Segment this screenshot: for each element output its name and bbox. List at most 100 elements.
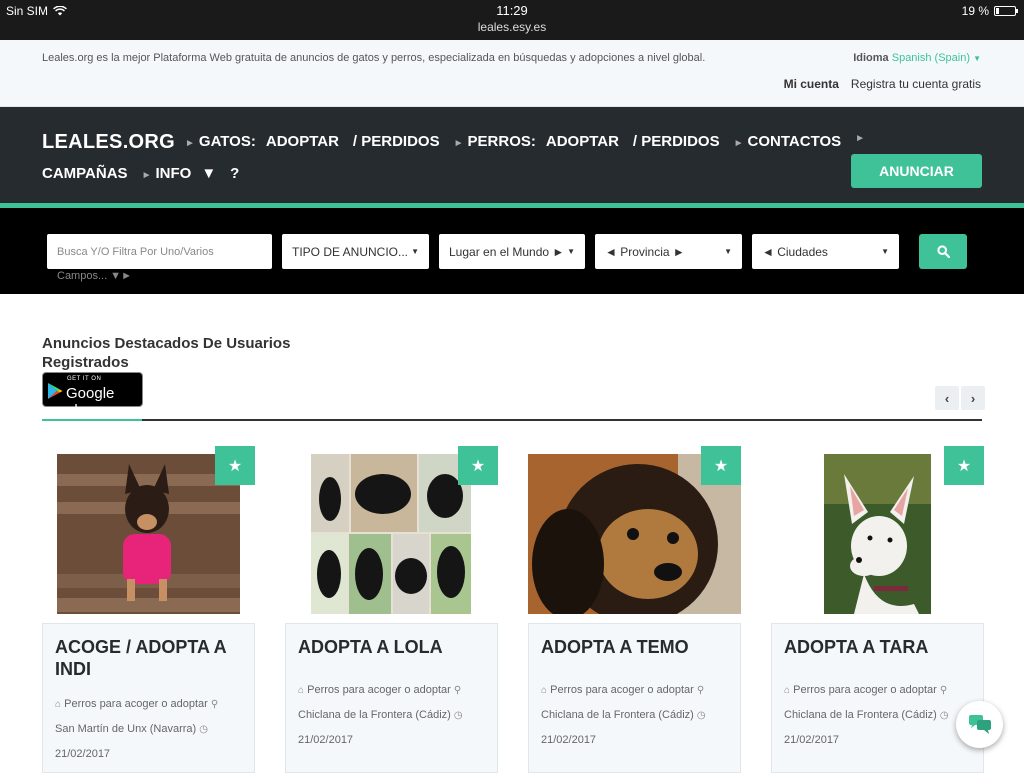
listing-photo[interactable]: [57, 454, 240, 614]
listing-title[interactable]: ADOPTA A TARA: [784, 636, 971, 658]
map-pin-icon: ⚲: [939, 685, 948, 696]
star-icon: ★: [713, 457, 729, 475]
listing-title[interactable]: ACOGE / ADOPTA A INDI: [55, 636, 242, 680]
search-hint: Campos... ▼►: [57, 270, 132, 282]
caret-down-icon: ▼: [881, 247, 889, 256]
language-selector[interactable]: Idioma Spanish (Spain) ▼: [853, 52, 981, 64]
site-logo[interactable]: LEALES.ORG: [42, 131, 175, 154]
chevron-down-icon: ▼: [973, 54, 981, 63]
nav-help[interactable]: ?: [230, 165, 239, 182]
listing-title[interactable]: ADOPTA A LOLA: [298, 636, 485, 658]
listing-meta: ⌂ Perros para acoger o adoptar ⚲ Chiclan…: [784, 678, 971, 753]
home-icon: ⌂: [55, 699, 62, 710]
nav-campanas[interactable]: CAMPAÑAS: [42, 165, 128, 182]
listing-info: ADOPTA A LOLA ⌂ Perros para acoger o ado…: [285, 623, 498, 773]
nav-info[interactable]: ► INFO: [142, 165, 192, 182]
nav-row-2: CAMPAÑAS ► INFO ▼ ?: [42, 165, 239, 182]
home-icon: ⌂: [298, 685, 305, 696]
search-input[interactable]: Busca Y/O Filtra Por Uno/Varios: [47, 234, 272, 269]
star-icon: ★: [470, 457, 486, 475]
filter-provincia[interactable]: ◄ Provincia ► ▼: [595, 234, 742, 269]
search-bar: Busca Y/O Filtra Por Uno/Varios TIPO DE …: [0, 208, 1024, 294]
search-button[interactable]: [919, 234, 967, 269]
home-icon: ⌂: [784, 685, 791, 696]
listing-meta: ⌂ Perros para acoger o adoptar ⚲ San Mar…: [55, 692, 242, 767]
dog-photo-tara: [824, 454, 931, 614]
listing-location: Chiclana de la Frontera (Cádiz): [541, 709, 694, 721]
battery-fill: [996, 8, 999, 14]
gplay-big-text: Google play: [66, 385, 115, 419]
filter-tipo-anuncio[interactable]: TIPO DE ANUNCIO... ▼: [282, 234, 429, 269]
map-pin-icon: ⚲: [696, 685, 705, 696]
listing-card[interactable]: ★ ADOPTA A LOLA ⌂ Perros para acoger o a…: [285, 446, 498, 773]
top-info-bar: Leales.org es la mejor Plataforma Web gr…: [0, 40, 1024, 107]
my-account-link[interactable]: Mi cuenta: [784, 77, 839, 91]
nav-contactos[interactable]: ► CONTACTOS: [734, 133, 842, 150]
listing-category[interactable]: Perros para acoger o adoptar: [550, 684, 694, 696]
arrow-right-icon: ►: [855, 133, 866, 144]
search-icon: [936, 245, 950, 258]
listing-card[interactable]: ★ ACOGE / ADOPTA A INDI ⌂ Perros para ac…: [42, 446, 255, 773]
nav-perros[interactable]: ► PERROS:: [454, 133, 536, 150]
nav-perros-label: PERROS:: [467, 133, 536, 150]
carousel-prev-button[interactable]: ‹: [935, 386, 959, 410]
battery: 19 %: [961, 4, 1018, 18]
nav-gatos-perdidos[interactable]: / PERDIDOS: [353, 133, 440, 150]
listing-photo[interactable]: [311, 454, 471, 614]
listing-info: ADOPTA A TEMO ⌂ Perros para acoger o ado…: [528, 623, 741, 773]
clock-icon: ◷: [199, 724, 209, 735]
chat-icon: [968, 714, 991, 734]
nav-perros-adoptar[interactable]: ADOPTAR: [546, 133, 619, 150]
google-play-badge[interactable]: GET IT ON Google play: [42, 372, 143, 419]
register-link[interactable]: Registra tu cuenta gratis: [851, 77, 981, 91]
section-divider-accent: [42, 419, 142, 421]
listing-location: Chiclana de la Frontera (Cádiz): [784, 709, 937, 721]
listing-date: 21/02/2017: [298, 734, 354, 746]
listing-info: ACOGE / ADOPTA A INDI ⌂ Perros para acog…: [42, 623, 255, 773]
listing-photo[interactable]: [824, 454, 931, 614]
listing-title[interactable]: ADOPTA A TEMO: [541, 636, 728, 658]
featured-star-badge: ★: [701, 446, 741, 485]
nav-gatos-adoptar[interactable]: ADOPTAR: [266, 133, 339, 150]
caret-down-icon: ▼: [411, 247, 419, 256]
section-divider: [42, 419, 982, 421]
clock-time: 11:29: [496, 3, 528, 18]
anunciar-button[interactable]: ANUNCIAR: [851, 154, 982, 188]
clock-icon: ◷: [939, 710, 949, 721]
battery-percent: 19 %: [961, 4, 989, 18]
chat-button[interactable]: [956, 701, 1003, 748]
address-url[interactable]: leales.esy.es: [0, 20, 1024, 34]
listing-date: 21/02/2017: [541, 734, 597, 746]
arrow-right-icon: ►: [733, 138, 744, 149]
listing-category[interactable]: Perros para acoger o adoptar: [793, 684, 937, 696]
star-icon: ★: [956, 457, 972, 475]
gplay-small-text: GET IT ON: [67, 376, 102, 382]
home-icon: ⌂: [541, 685, 548, 696]
filter-ciudades-label: ◄ Ciudades: [762, 244, 828, 259]
main-navbar: LEALES.ORG ► GATOS: ADOPTAR / PERDIDOS ► P…: [0, 107, 1024, 203]
carousel-next-button[interactable]: ›: [961, 386, 985, 410]
listing-category[interactable]: Perros para acoger o adoptar: [64, 698, 208, 710]
nav-perros-perdidos[interactable]: / PERDIDOS: [633, 133, 720, 150]
caret-down-icon: ▼: [724, 247, 732, 256]
featured-star-badge: ★: [944, 446, 984, 485]
listing-card[interactable]: ★ ADOPTA A TARA ⌂ Perros para acoger o a…: [771, 446, 984, 773]
arrow-right-icon: ►: [141, 170, 152, 181]
site-tagline: Leales.org es la mejor Plataforma Web gr…: [42, 52, 706, 64]
nav-info-dropdown[interactable]: ▼: [201, 165, 216, 182]
language-value[interactable]: Spanish (Spain): [892, 52, 970, 64]
featured-star-badge: ★: [215, 446, 255, 485]
nav-info-label: INFO: [155, 165, 192, 182]
nav-gatos[interactable]: ► GATOS:: [185, 133, 256, 150]
clock-icon: ◷: [453, 710, 463, 721]
filter-ciudades[interactable]: ◄ Ciudades ▼: [752, 234, 899, 269]
filter-tipo-label: TIPO DE ANUNCIO...: [292, 244, 409, 259]
caret-down-icon: ▼: [567, 247, 575, 256]
listing-category[interactable]: Perros para acoger o adoptar: [307, 684, 451, 696]
filter-lugar[interactable]: Lugar en el Mundo ► ▼: [439, 234, 585, 269]
nav-row-1: ► GATOS: ADOPTAR / PERDIDOS ► PERROS: ADOP…: [185, 133, 869, 150]
listing-card[interactable]: ★ ADOPTA A TEMO ⌂ Perros para acoger o a…: [528, 446, 741, 773]
map-pin-icon: ⚲: [453, 685, 462, 696]
chevron-right-icon: ›: [970, 390, 976, 406]
arrow-right-icon: ►: [185, 138, 195, 149]
